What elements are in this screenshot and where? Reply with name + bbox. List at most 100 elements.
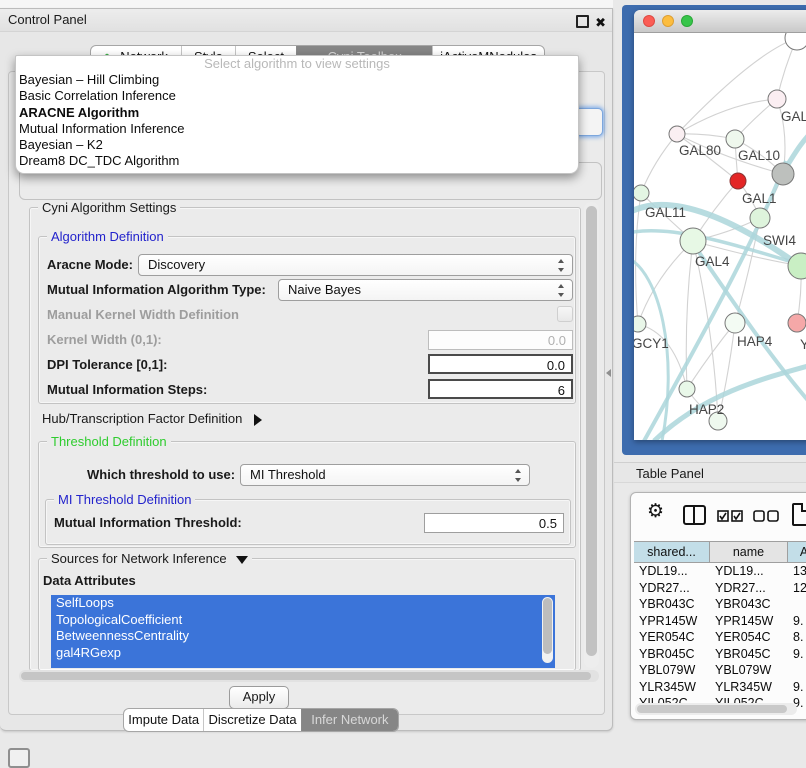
manual-kernel-checkbox[interactable] xyxy=(557,306,573,322)
table-cell[interactable]: YBL079W xyxy=(710,662,788,679)
data-attributes-label: Data Attributes xyxy=(43,573,136,588)
algorithm-option[interactable]: Mutual Information Inference xyxy=(16,121,578,137)
gear-icon[interactable]: ⚙ xyxy=(647,501,664,523)
table-cell[interactable]: YDR27... xyxy=(710,580,788,597)
network-window-titlebar[interactable] xyxy=(634,10,806,33)
table-cell[interactable]: YER054C xyxy=(710,629,788,646)
table-panel: ⚙ shared...nameAYDL19...YDL19...13YDR27.… xyxy=(630,492,806,720)
table-cell[interactable]: 12 xyxy=(788,580,806,597)
table-cell[interactable]: 9. xyxy=(788,646,806,663)
dpi-tolerance-field[interactable]: 0.0 xyxy=(428,354,573,374)
table-cell[interactable]: YER054C xyxy=(634,629,710,646)
file-icon[interactable] xyxy=(792,503,806,526)
column-header-3[interactable]: A xyxy=(788,541,806,563)
expand-arrow-icon xyxy=(254,414,262,426)
table-cell[interactable] xyxy=(788,596,806,613)
network-node[interactable] xyxy=(725,313,745,333)
table-cell[interactable]: YBR045C xyxy=(634,646,710,663)
settings-horizontal-scrollbar[interactable] xyxy=(19,670,599,682)
inference-algorithm-combobox-fragment[interactable] xyxy=(575,108,603,136)
aracne-mode-combobox[interactable]: Discovery xyxy=(138,254,573,276)
network-node[interactable] xyxy=(634,316,646,332)
scrollbar-thumb[interactable] xyxy=(586,206,597,656)
table-cell[interactable]: YBR043C xyxy=(634,596,710,613)
algorithm-option[interactable]: ARACNE Algorithm xyxy=(16,105,578,121)
algorithm-option[interactable]: Dream8 DC_TDC Algorithm xyxy=(16,153,578,169)
network-canvas[interactable]: GALGAL80GAL10GAL1SWI4GAL11GAL4GCY1HAP4YH… xyxy=(634,33,806,440)
zoom-traffic-light-icon[interactable] xyxy=(681,15,693,27)
scrollbar-thumb[interactable] xyxy=(543,598,552,654)
network-node[interactable] xyxy=(772,163,794,185)
attribute-item[interactable]: SelfLoops xyxy=(51,595,555,612)
algorithm-option[interactable]: Bayesian – K2 xyxy=(16,137,578,153)
table-cell[interactable]: 9. xyxy=(788,679,806,696)
table-cell[interactable] xyxy=(788,662,806,679)
network-graph[interactable]: GALGAL80GAL10GAL1SWI4GAL11GAL4GCY1HAP4YH… xyxy=(634,33,806,440)
attribute-item[interactable]: gal4RGexp xyxy=(51,645,555,662)
which-threshold-combobox[interactable]: MI Threshold xyxy=(240,464,530,486)
table-cell[interactable]: YBR045C xyxy=(710,646,788,663)
tab-infer-network[interactable]: Infer Network xyxy=(301,709,398,731)
node-label: GAL11 xyxy=(645,205,686,220)
close-traffic-light-icon[interactable] xyxy=(643,15,655,27)
tab-label: Infer Network xyxy=(311,709,388,731)
network-node[interactable] xyxy=(680,228,706,254)
table-cell[interactable]: YLR345W xyxy=(710,679,788,696)
tab-impute-data[interactable]: Impute Data xyxy=(124,709,203,731)
algorithm-option[interactable]: Basic Correlation Inference xyxy=(16,88,578,104)
data-attributes-list[interactable]: SelfLoopsTopologicalCoefficientBetweenne… xyxy=(51,595,555,668)
collapse-arrow-icon[interactable] xyxy=(236,556,248,564)
deselect-all-checkboxes-icon[interactable] xyxy=(753,509,779,527)
attribute-item[interactable] xyxy=(51,661,555,668)
kernel-width-field[interactable]: 0.0 xyxy=(428,330,573,350)
mi-steps-field[interactable]: 6 xyxy=(428,379,573,399)
attributes-scrollbar[interactable] xyxy=(542,597,553,663)
network-node[interactable] xyxy=(679,381,695,397)
split-columns-icon[interactable] xyxy=(683,505,706,525)
table-cell[interactable]: 8. xyxy=(788,629,806,646)
table-cell[interactable]: YDL19... xyxy=(634,563,710,580)
table-cell[interactable]: YBR043C xyxy=(710,596,788,613)
network-node[interactable] xyxy=(788,314,806,332)
tab-discretize-data[interactable]: Discretize Data xyxy=(203,709,300,731)
algorithm-option[interactable]: Bayesian – Hill Climbing xyxy=(16,72,578,88)
table-cell[interactable]: YBL079W xyxy=(634,662,710,679)
column-header-2[interactable]: name xyxy=(710,541,788,563)
table-horizontal-scrollbar[interactable] xyxy=(635,703,797,715)
network-node[interactable] xyxy=(669,126,685,142)
tab-label: Impute Data xyxy=(128,709,199,731)
attribute-item[interactable]: BetweennessCentrality xyxy=(51,628,555,645)
network-node[interactable] xyxy=(730,173,746,189)
network-node[interactable] xyxy=(768,90,786,108)
network-node[interactable] xyxy=(785,33,806,50)
spinner-arrows-icon xyxy=(557,258,566,273)
network-node[interactable] xyxy=(634,185,649,201)
table-cell[interactable]: YLR345W xyxy=(634,679,710,696)
table-panel-title: Table Panel xyxy=(614,462,806,483)
column-header-1[interactable]: shared... xyxy=(634,541,710,563)
bottom-left-panel-button[interactable] xyxy=(8,748,30,768)
mi-threshold-field[interactable]: 0.5 xyxy=(424,513,564,533)
settings-vertical-scrollbar[interactable] xyxy=(584,202,599,668)
mi-algorithm-type-combobox[interactable]: Naive Bayes xyxy=(278,279,573,301)
minimize-traffic-light-icon[interactable] xyxy=(662,15,674,27)
attribute-item[interactable]: TopologicalCoefficient xyxy=(51,612,555,629)
node-label: GAL80 xyxy=(679,143,721,158)
apply-button[interactable]: Apply xyxy=(229,686,289,709)
scrollbar-thumb[interactable] xyxy=(637,705,787,713)
select-all-checkboxes-icon[interactable] xyxy=(717,509,743,527)
sources-title-text: Sources for Network Inference xyxy=(51,551,227,566)
scrollbar-thumb[interactable] xyxy=(21,672,591,680)
panel-divider-handle[interactable] xyxy=(606,369,611,377)
table-cell[interactable]: YDR27... xyxy=(634,580,710,597)
float-window-icon[interactable] xyxy=(576,15,589,28)
hub-definition-expander[interactable]: Hub/Transcription Factor Definition xyxy=(42,411,262,426)
table-cell[interactable]: 9. xyxy=(788,613,806,630)
network-node[interactable] xyxy=(750,208,770,228)
network-node[interactable] xyxy=(726,130,744,148)
close-icon[interactable]: ✖ xyxy=(595,12,606,34)
table-cell[interactable]: 13 xyxy=(788,563,806,580)
table-cell[interactable]: YPR145W xyxy=(634,613,710,630)
table-cell[interactable]: YDL19... xyxy=(710,563,788,580)
table-cell[interactable]: YPR145W xyxy=(710,613,788,630)
